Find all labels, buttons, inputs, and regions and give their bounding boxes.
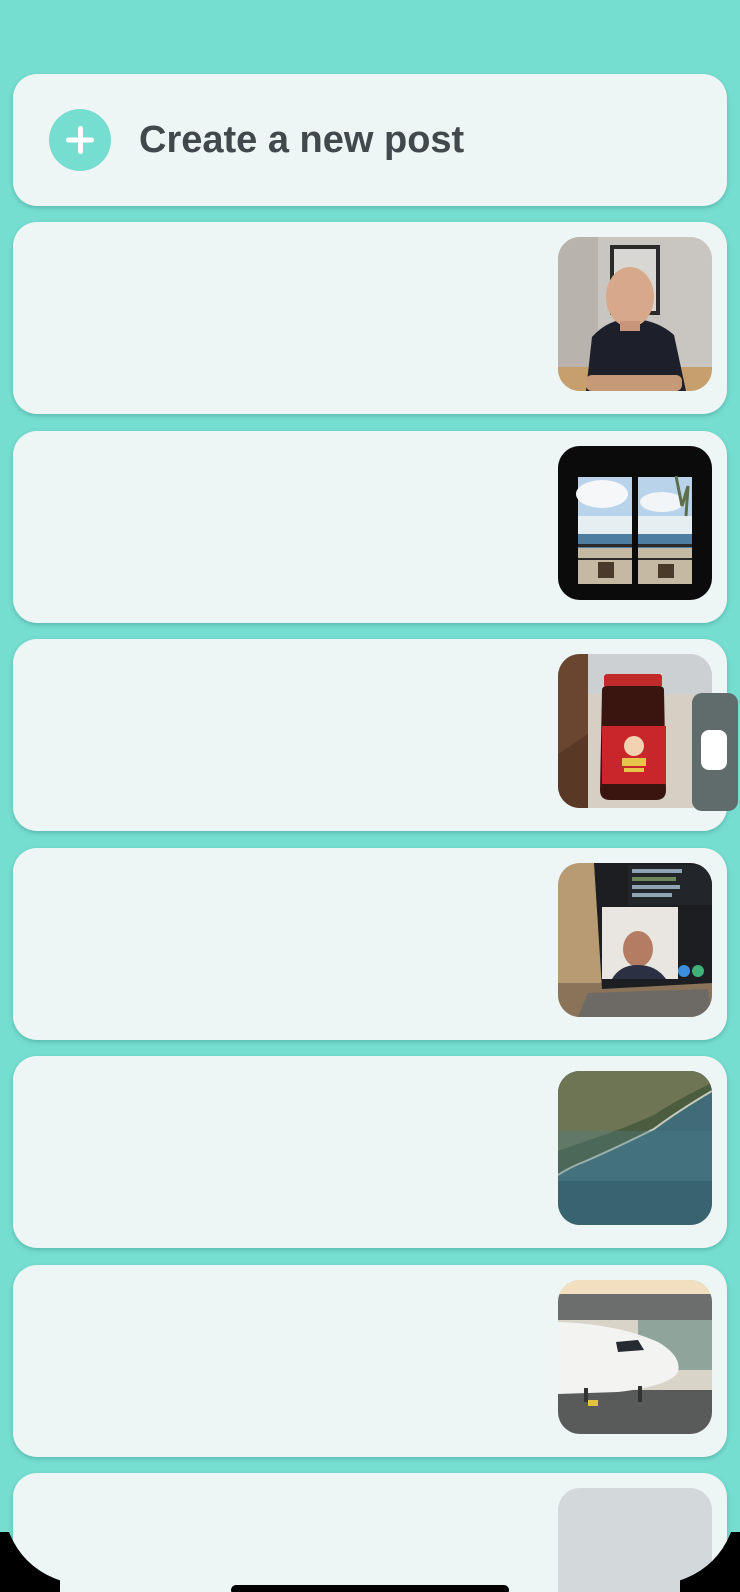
post-card[interactable]	[13, 1265, 727, 1457]
screen-corner-left	[0, 1532, 60, 1592]
screen-corner-right	[680, 1532, 740, 1592]
post-card[interactable]	[13, 431, 727, 623]
post-thumbnail	[558, 1071, 712, 1225]
scroll-knob[interactable]	[701, 730, 727, 770]
scroll-handle[interactable]	[692, 693, 738, 811]
post-thumbnail	[558, 237, 712, 391]
post-list-screen: Create a new post	[0, 0, 740, 1592]
post-card[interactable]	[13, 222, 727, 414]
post-thumbnail	[558, 1280, 712, 1434]
create-post-label: Create a new post	[139, 119, 465, 161]
post-card[interactable]	[13, 1056, 727, 1248]
post-card[interactable]	[13, 639, 727, 831]
post-card[interactable]	[13, 848, 727, 1040]
create-post-button[interactable]: Create a new post	[13, 74, 727, 206]
post-thumbnail	[558, 654, 712, 808]
home-indicator[interactable]	[231, 1585, 509, 1592]
post-card[interactable]	[13, 1473, 727, 1592]
post-thumbnail	[558, 446, 712, 600]
plus-icon	[49, 109, 111, 171]
post-thumbnail	[558, 863, 712, 1017]
